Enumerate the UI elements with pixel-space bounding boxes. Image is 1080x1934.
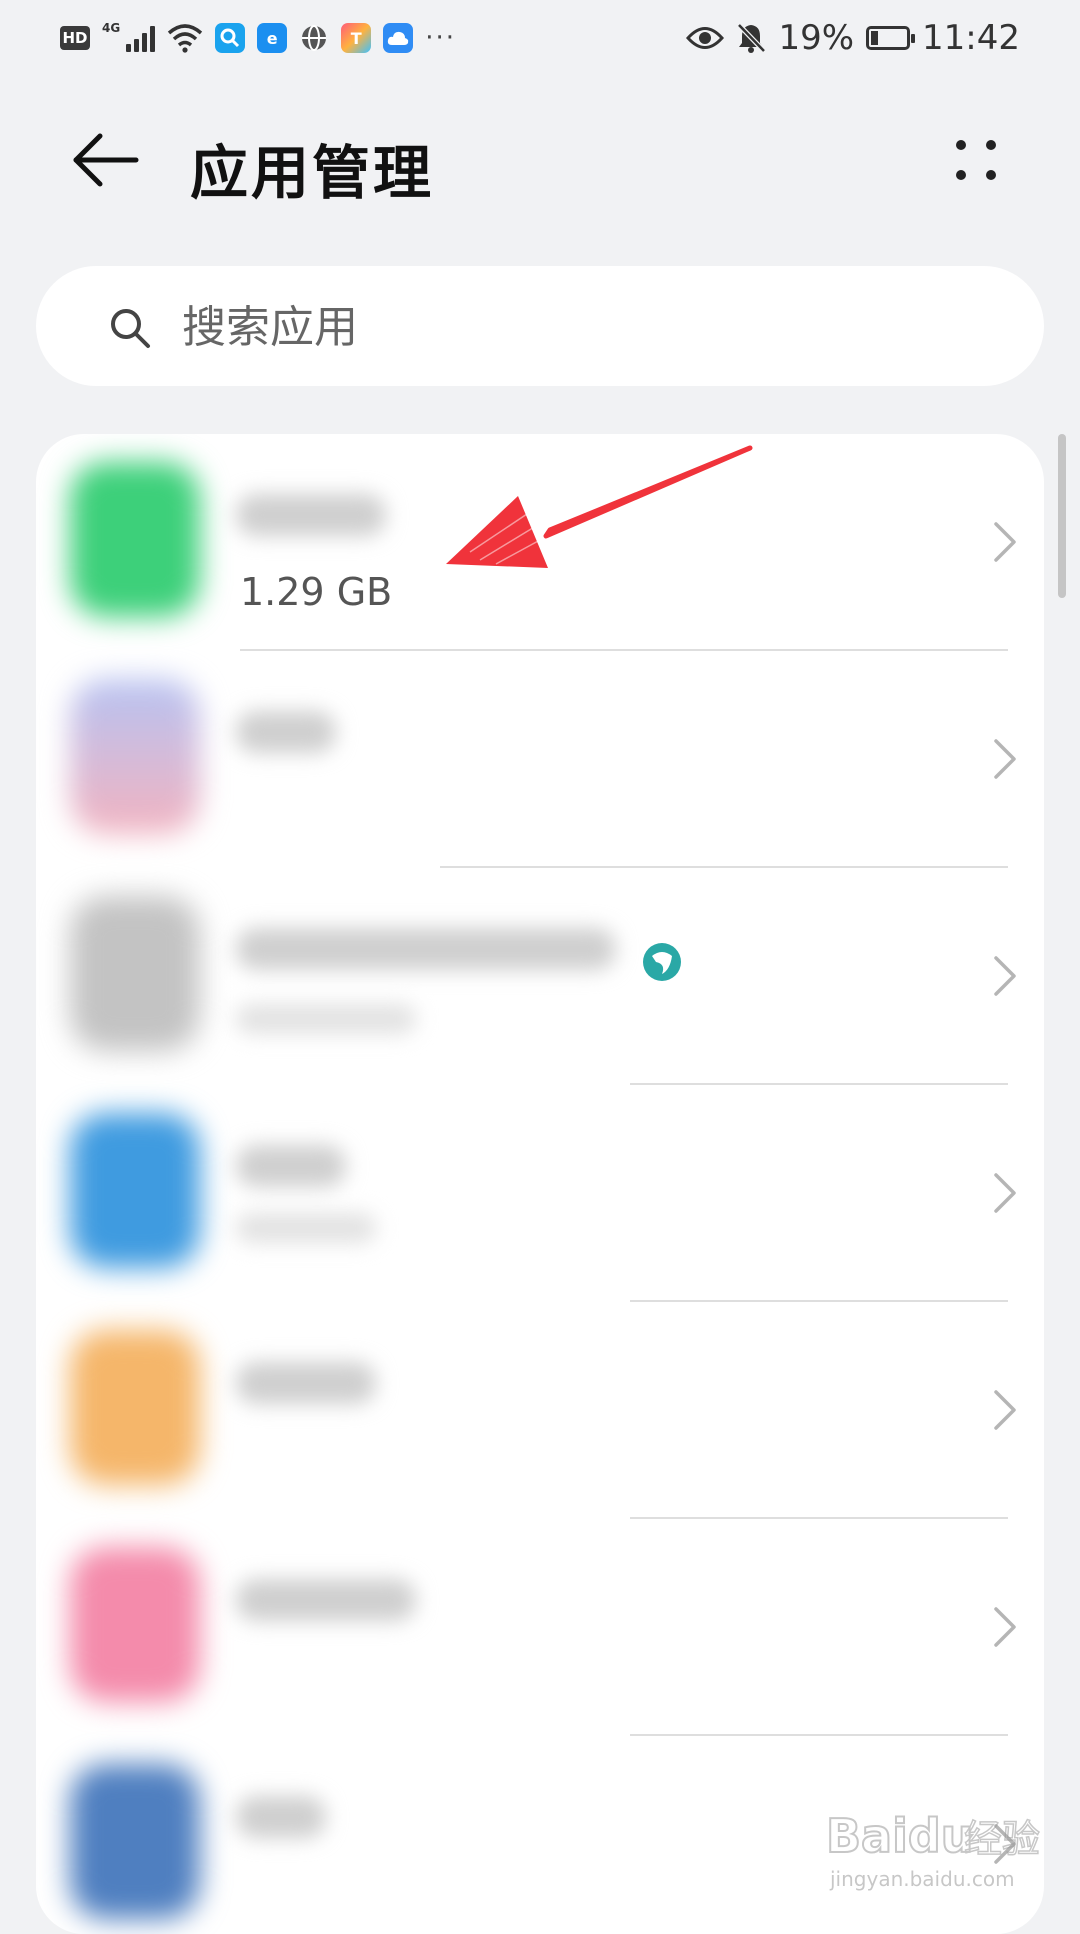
four-dots-icon-dot [986,140,996,150]
battery-percent: 19% [778,18,855,58]
svg-text:jingyan.baidu.com: jingyan.baidu.com [829,1867,1015,1891]
eye-comfort-icon [686,27,725,49]
search-input[interactable] [180,294,1004,360]
globe-notification-icon [302,25,327,51]
arrow-left-icon [73,133,139,187]
bell-muted-icon [737,23,767,53]
four-dots-icon [956,140,966,150]
more-notifications-icon: ··· [425,23,456,53]
app-name-redacted [236,1579,416,1621]
app-name-redacted [236,1145,346,1187]
app-list: 1.29 GB [36,434,1044,1934]
shield-badge-icon [643,943,681,981]
search-app-notification-icon [215,23,246,53]
app-icon [70,1547,200,1702]
app-name-redacted [236,494,386,536]
network-type: 4G [102,21,121,35]
app-name-redacted [236,1362,376,1404]
app-icon [70,1330,200,1485]
brush-app-notification-icon: T [341,23,372,53]
list-item[interactable] [36,1302,1044,1519]
status-bar: HD 4G e T ··· 19% 11:42 [0,0,1080,80]
chevron-right-icon [994,522,1016,562]
four-dots-icon-dot [986,170,996,180]
list-item[interactable] [36,651,1044,868]
list-item[interactable] [36,1519,1044,1736]
cloud-notification-icon [383,23,414,53]
app-icon [70,1764,200,1919]
app-size-redacted [236,1213,376,1243]
app-icon [70,679,200,834]
status-left: HD 4G e T ··· [60,18,456,58]
search-bar[interactable] [36,266,1044,386]
chevron-right-icon [994,1607,1016,1647]
app-bar: 应用管理 [0,100,1080,220]
app-size-redacted [236,1004,416,1034]
chevron-right-icon [994,739,1016,779]
wifi-icon [168,24,203,53]
hd-badge: HD [60,26,90,50]
app-name-redacted [236,928,616,970]
page-title: 应用管理 [190,139,435,207]
more-options-button[interactable] [946,130,1006,190]
battery-charging-icon [866,26,916,50]
app-icon [70,1113,200,1268]
signal-icon [126,24,156,52]
app-icon [70,896,200,1051]
back-button[interactable] [70,128,140,192]
chevron-right-icon [994,956,1016,996]
chevron-right-icon [994,1390,1016,1430]
list-item[interactable] [36,1085,1044,1302]
app-icon [70,462,200,617]
app-size: 1.29 GB [240,570,393,614]
search-icon [111,309,150,348]
list-item[interactable] [36,868,1044,1085]
chevron-right-icon [994,1173,1016,1213]
four-dots-icon-dot [956,170,966,180]
app-name-redacted [236,1796,326,1838]
svg-text:Baidu: Baidu [826,1809,974,1863]
status-right: 19% 11:42 [686,16,1020,60]
clock: 11:42 [922,18,1020,58]
watermark-logo: Baidu 经验 jingyan.baidu.com [826,1808,1041,1891]
e-app-notification-icon: e [257,23,288,53]
svg-text:经验: 经验 [964,1817,1040,1861]
annotation-arrow [446,445,753,568]
app-name-redacted [236,711,336,753]
scrollbar[interactable] [1058,434,1066,598]
